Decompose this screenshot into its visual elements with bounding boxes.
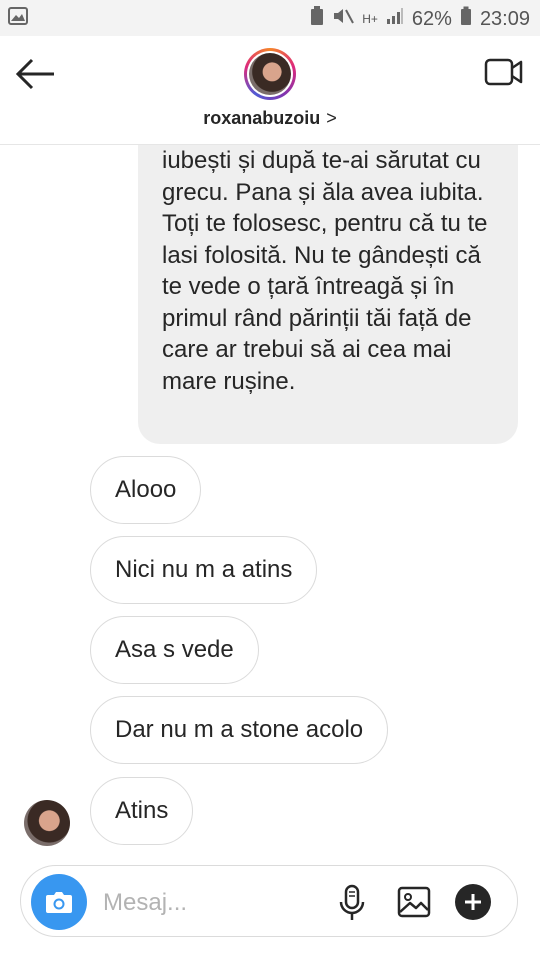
message-bubble[interactable]: Nici nu m a atins: [90, 536, 318, 604]
message-bubble[interactable]: Atins: [90, 777, 194, 845]
battery-saver-icon: [310, 6, 324, 32]
message-text: Asa s vede: [115, 636, 234, 663]
chevron-right-icon: >: [326, 108, 337, 128]
chat-header: roxanabuzoiu >: [0, 36, 540, 145]
camera-icon: [46, 892, 72, 913]
network-type: H+: [362, 12, 378, 26]
video-camera-icon: [484, 58, 523, 86]
message-thread[interactable]: iubești și după te-ai sărutat cu grecu. …: [0, 145, 540, 850]
status-bar: H+ 62% 23:09: [0, 0, 540, 36]
gallery-notification-icon: [8, 7, 28, 31]
battery-percent: 62%: [411, 7, 452, 30]
message-text: Dar nu m a stone acolo: [115, 716, 364, 743]
image-icon: [397, 886, 431, 918]
message-text: Alooo: [115, 476, 177, 503]
message-text: Atins: [115, 797, 169, 824]
back-button[interactable]: [14, 54, 58, 94]
battery-icon: [460, 6, 472, 32]
message-bubble[interactable]: Dar nu m a stone acolo: [90, 696, 389, 764]
arrow-left-icon: [15, 58, 54, 90]
microphone-icon: [339, 884, 365, 920]
signal-icon: [386, 7, 404, 31]
camera-button[interactable]: [31, 874, 87, 930]
more-options-button[interactable]: [455, 884, 491, 920]
message-text: Nici nu m a atins: [115, 556, 293, 583]
plus-icon: [465, 894, 481, 910]
message-bubble[interactable]: Alooo: [90, 456, 202, 524]
clock: 23:09: [479, 7, 530, 30]
message-composer: [20, 865, 518, 937]
username-text: roxanabuzoiu: [203, 108, 321, 128]
gallery-button[interactable]: [397, 886, 431, 918]
profile-username-link[interactable]: roxanabuzoiu >: [0, 108, 540, 129]
avatar-image: [249, 53, 291, 95]
message-bubble-received[interactable]: iubești și după te-ai sărutat cu grecu. …: [138, 145, 518, 444]
message-input[interactable]: [101, 884, 325, 922]
voice-message-button[interactable]: [337, 884, 367, 922]
profile-avatar[interactable]: [244, 48, 296, 100]
mute-icon: [332, 6, 355, 32]
video-call-button[interactable]: [484, 54, 524, 90]
sender-avatar[interactable]: [24, 800, 70, 846]
message-text: iubești și după te-ai sărutat cu grecu. …: [162, 147, 488, 395]
message-bubble[interactable]: Asa s vede: [90, 616, 259, 684]
